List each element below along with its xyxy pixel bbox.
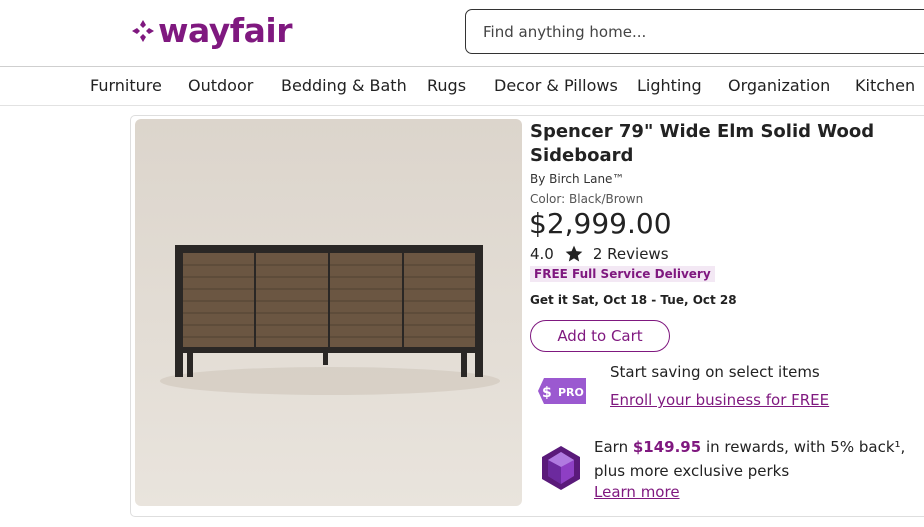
rewards-gem-icon [542, 446, 580, 490]
product-brand-link[interactable]: By Birch Lane™ [530, 172, 624, 186]
color-value: Black/Brown [569, 192, 644, 206]
wayfair-logo-icon [132, 20, 154, 42]
product-rating[interactable]: 4.0 2 Reviews [530, 244, 669, 264]
nav-divider [0, 105, 924, 106]
enroll-business-link[interactable]: Enroll your business for FREE [610, 391, 829, 409]
color-label: Color: [530, 192, 566, 206]
pro-promo-text: Start saving on select items [610, 363, 820, 381]
nav-item-lighting[interactable]: Lighting [637, 76, 702, 95]
nav-item-furniture[interactable]: Furniture [90, 76, 162, 95]
review-count-link[interactable]: 2 Reviews [593, 245, 669, 263]
free-delivery-badge: FREE Full Service Delivery [530, 266, 715, 282]
nav-item-rugs[interactable]: Rugs [427, 76, 466, 95]
product-image[interactable] [135, 119, 522, 506]
svg-text:$: $ [542, 385, 552, 401]
nav-item-kitchen[interactable]: Kitchen [855, 76, 915, 95]
wayfair-logo[interactable]: wayfair [131, 11, 292, 51]
logo-wordmark: wayfair [158, 11, 292, 50]
site-header: wayfair [0, 0, 924, 66]
learn-more-link[interactable]: Learn more [594, 483, 680, 501]
nav-item-outdoor[interactable]: Outdoor [188, 76, 253, 95]
pro-badge-label: PRO [558, 386, 584, 399]
search-bar[interactable] [465, 9, 924, 54]
product-price: $2,999.00 [529, 207, 672, 240]
pro-tag-icon: $ PRO [538, 378, 586, 404]
delivery-estimate: Get it Sat, Oct 18 - Tue, Oct 28 [530, 293, 737, 307]
nav-item-organization[interactable]: Organization [728, 76, 830, 95]
nav-item-decor-pillows[interactable]: Decor & Pillows [494, 76, 618, 95]
nav-item-bedding-bath[interactable]: Bedding & Bath [281, 76, 407, 95]
rewards-amount: $149.95 [632, 438, 702, 456]
sideboard-illustration [160, 245, 500, 395]
rewards-prefix: Earn [594, 438, 633, 456]
add-to-cart-button[interactable]: Add to Cart [530, 320, 670, 352]
rewards-promo-text: Earn $149.95 in rewards, with 5% back¹, … [594, 435, 924, 483]
rating-value: 4.0 [530, 245, 554, 263]
star-icon [565, 245, 583, 262]
product-title: Spencer 79" Wide Elm Solid Wood Sideboar… [530, 121, 875, 166]
category-nav: Furniture Outdoor Bedding & Bath Rugs De… [0, 67, 924, 105]
product-color: Color: Black/Brown [530, 192, 643, 206]
search-input[interactable] [481, 21, 924, 42]
